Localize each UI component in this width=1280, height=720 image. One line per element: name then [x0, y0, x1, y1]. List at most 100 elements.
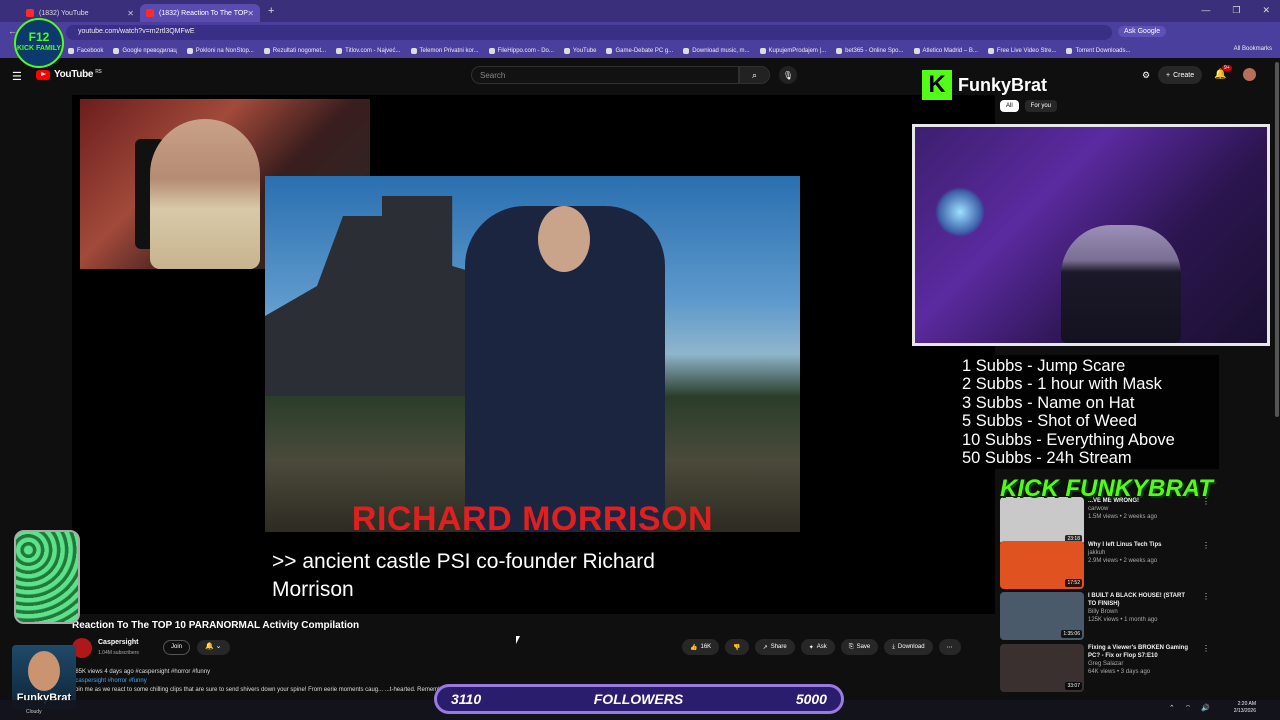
- chip-for-you[interactable]: For you: [1024, 100, 1058, 112]
- bookmarks-bar: Facebook Google преводилац Pokloni na No…: [0, 43, 1280, 58]
- followers-label: FOLLOWERS: [593, 691, 684, 707]
- save-button[interactable]: ⎘ Save: [840, 639, 879, 655]
- dislike-button[interactable]: 👎: [725, 639, 749, 655]
- bookmark-item[interactable]: Facebook: [68, 47, 103, 54]
- channel-name[interactable]: Caspersight: [98, 639, 138, 646]
- system-clock[interactable]: 2:20 AM 2/13/2026: [1234, 701, 1256, 715]
- more-options-icon[interactable]: ⋮: [1202, 644, 1210, 692]
- kick-logo-icon: K: [922, 70, 952, 100]
- page-scrollbar[interactable]: [1275, 62, 1279, 417]
- recommendation-channel: Billy Brown: [1088, 609, 1118, 615]
- cast-icon[interactable]: ⚙: [1142, 70, 1150, 81]
- sparkle-icon: ✦: [808, 644, 814, 651]
- all-bookmarks-button[interactable]: All Bookmarks: [1234, 46, 1272, 52]
- browser-tab-reaction[interactable]: (1832) Reaction To The TOP ✕: [140, 4, 260, 22]
- youtube-logo[interactable]: YouTube RS: [36, 69, 102, 80]
- recommendation-item[interactable]: 23:18 ...VE ME WRONG! carwow 1.5M views …: [1000, 497, 1270, 545]
- ask-button[interactable]: ✦ Ask: [800, 639, 835, 655]
- bookmark-item[interactable]: Google преводилац: [113, 47, 177, 54]
- video-thumbnail: 1:35:06: [1000, 592, 1084, 640]
- browser-tab-bar: (1832) YouTube ✕ (1832) Reaction To The …: [0, 0, 1280, 22]
- reactor-person: [150, 119, 260, 269]
- bookmark-favicon-icon: [683, 47, 690, 54]
- share-button[interactable]: ↗ Share: [754, 639, 795, 655]
- f12-kick-family-logo: F12 KICK FAMILY: [14, 18, 64, 68]
- bookmark-favicon-icon: [336, 47, 343, 54]
- more-actions-button[interactable]: ⋯: [938, 639, 961, 655]
- close-window-icon[interactable]: ✕: [1262, 5, 1270, 16]
- create-button[interactable]: + Create: [1158, 66, 1203, 84]
- video-thumbnail: 23:18: [1000, 497, 1084, 545]
- voice-search-button[interactable]: 🎙: [779, 66, 797, 84]
- recommendation-info: ...VE ME WRONG! carwow 1.5M views • 2 we…: [1088, 497, 1192, 545]
- recommendation-channel: jakkuh: [1088, 550, 1106, 556]
- duration-badge: 17:52: [1065, 579, 1082, 587]
- bookmark-item[interactable]: Download music, m...: [683, 47, 750, 54]
- more-options-icon[interactable]: ⋮: [1202, 541, 1210, 589]
- volume-icon[interactable]: 🔊: [1201, 704, 1210, 713]
- bookmark-item[interactable]: Atletico Madrid – B...: [913, 47, 978, 54]
- join-button[interactable]: Join: [163, 640, 191, 655]
- more-options-icon[interactable]: ⋮: [1202, 497, 1210, 545]
- recommendation-meta: 2.9M views • 2 weeks ago: [1088, 558, 1158, 564]
- new-tab-button[interactable]: +: [268, 5, 274, 17]
- name-plate: RICHARD MORRISON: [351, 500, 714, 538]
- maximize-icon[interactable]: ❐: [1232, 5, 1240, 16]
- bookmark-item[interactable]: FileHippo.com - Do...: [488, 47, 554, 54]
- bookmark-favicon-icon: [836, 47, 843, 54]
- sub-goal: 2 Subbs - 1 hour with Mask: [962, 375, 1162, 394]
- youtube-favicon-icon: [26, 9, 34, 17]
- bell-icon: 🔔 ⌄: [205, 643, 222, 650]
- recommendation-meta: 64K views • 3 days ago: [1088, 669, 1151, 675]
- bookmark-item[interactable]: Pokloni na NonStop...: [186, 47, 254, 54]
- subscription-bell-button[interactable]: 🔔 ⌄: [197, 640, 230, 655]
- weed-jar-overlay: [14, 530, 80, 624]
- close-tab-icon[interactable]: ✕: [247, 9, 254, 18]
- bookmark-item[interactable]: YouTube: [563, 47, 596, 54]
- subscriber-count: 1.04M subscribers: [98, 650, 139, 656]
- bookmark-item[interactable]: Telemon Privatni kor...: [410, 47, 479, 54]
- recommendation-item[interactable]: 33:07 Fixing a Viewer's BROKEN Gaming PC…: [1000, 644, 1270, 692]
- url-field[interactable]: youtube.com/watch?v=m2rtl3QMFwE: [66, 25, 1112, 40]
- sub-goal: 50 Subbs - 24h Stream: [962, 449, 1132, 468]
- close-tab-icon[interactable]: ✕: [127, 9, 134, 18]
- chevron-up-icon[interactable]: ⌃: [1169, 704, 1175, 713]
- youtube-play-icon: [36, 69, 50, 80]
- recommendation-meta: 1.5M views • 2 weeks ago: [1088, 514, 1158, 520]
- bookmark-item[interactable]: Torrent Downloads...: [1066, 47, 1131, 54]
- bookmark-item[interactable]: Rezultati nogomet...: [263, 47, 326, 54]
- notification-count-badge: 9+: [1222, 65, 1232, 71]
- recommendation-item[interactable]: 1:35:06 I BUILT A BLACK HOUSE! (START TO…: [1000, 592, 1270, 640]
- duration-badge: 33:07: [1065, 682, 1082, 690]
- minimize-icon[interactable]: —: [1201, 5, 1210, 16]
- recommendation-item[interactable]: 17:52 Why I left Linus Tech Tips jakkuh …: [1000, 541, 1270, 589]
- followers-current: 3110: [451, 691, 482, 707]
- bookmark-item[interactable]: bet365 - Online Spo...: [836, 47, 904, 54]
- streamer-webcam: [912, 124, 1270, 346]
- recommendation-meta: 125K views • 1 month ago: [1088, 617, 1158, 623]
- like-button[interactable]: 👍 16K: [682, 639, 720, 655]
- bookmark-item[interactable]: Game-Debate PC g...: [606, 47, 673, 54]
- account-avatar[interactable]: [1243, 68, 1256, 81]
- youtube-favicon-icon: [146, 9, 154, 17]
- chip-all[interactable]: All: [1000, 100, 1019, 112]
- search-button[interactable]: ⌕: [739, 66, 770, 84]
- bookmark-item[interactable]: KupujemProdajem |...: [759, 47, 826, 54]
- sub-goal: 1 Subbs - Jump Scare: [962, 357, 1126, 375]
- thumbs-up-icon: 👍: [690, 644, 698, 651]
- bookmark-favicon-icon: [113, 47, 120, 54]
- bookmark-favicon-icon: [186, 47, 193, 54]
- search-input[interactable]: Search: [471, 66, 739, 84]
- more-options-icon[interactable]: ⋮: [1202, 592, 1210, 640]
- ask-google-button[interactable]: Ask Google: [1118, 26, 1167, 37]
- neon-light: [935, 187, 985, 237]
- video-player[interactable]: RICHARD MORRISON >> ancient castle PSI c…: [72, 95, 995, 614]
- bookmark-item[interactable]: Titlov.com - Najveć...: [336, 47, 401, 54]
- menu-icon[interactable]: ☰: [12, 70, 22, 83]
- weather-widget[interactable]: Cloudy: [26, 709, 42, 715]
- download-button[interactable]: ⤓ Download: [884, 639, 933, 655]
- bookmark-favicon-icon: [263, 47, 270, 54]
- richard-morrison-figure: [465, 206, 665, 532]
- wifi-icon[interactable]: ⌔: [1185, 704, 1192, 713]
- bookmark-item[interactable]: Free Live Video Stre...: [987, 47, 1056, 54]
